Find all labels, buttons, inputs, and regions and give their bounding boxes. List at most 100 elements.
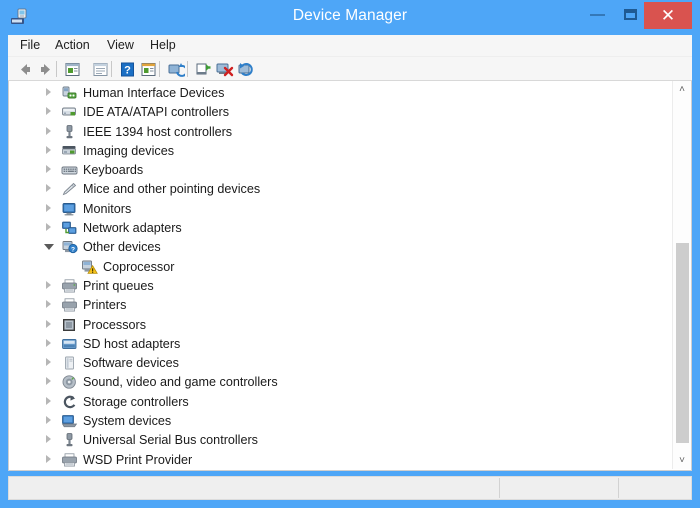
tree-item-label: Coprocessor <box>103 259 175 274</box>
tree-item-mice-and-other-pointing-devices[interactable]: Mice and other pointing devices <box>9 179 673 198</box>
chevron-right-icon[interactable] <box>46 203 51 212</box>
forward-icon[interactable] <box>36 60 55 79</box>
scan-for-changes-icon[interactable] <box>236 60 255 79</box>
update-driver-icon[interactable] <box>166 60 188 79</box>
mouse-icon <box>61 181 78 197</box>
tree-item-monitors[interactable]: Monitors <box>9 199 673 218</box>
chevron-right-icon[interactable] <box>46 319 51 328</box>
sound-controller-icon <box>61 374 78 390</box>
chevron-right-icon[interactable] <box>46 300 51 309</box>
tree-item-coprocessor[interactable]: Coprocessor <box>9 257 673 276</box>
properties-icon[interactable] <box>63 60 82 79</box>
tree-item-storage-controllers[interactable]: Storage controllers <box>9 392 673 411</box>
chevron-right-icon[interactable] <box>46 396 51 405</box>
printer-icon <box>61 297 78 313</box>
tree-item-sound-video-and-game-controllers[interactable]: Sound, video and game controllers <box>9 372 673 391</box>
tree-item-other-devices[interactable]: ? Other devices <box>9 237 673 256</box>
chevron-right-icon[interactable] <box>46 435 51 444</box>
ieee1394-icon <box>61 124 78 140</box>
device-manager-window: Device Manager — ✕ File Action View Help <box>0 0 700 508</box>
tree-item-label: Mice and other pointing devices <box>83 182 261 197</box>
tree-item-universal-serial-bus-controllers[interactable]: Universal Serial Bus controllers <box>9 430 673 449</box>
chevron-right-icon[interactable] <box>46 88 51 96</box>
chevron-right-icon[interactable] <box>46 416 51 425</box>
toolbar-separator <box>111 61 112 77</box>
enable-device-icon[interactable] <box>194 60 213 79</box>
tree-item-label: Software devices <box>83 356 179 371</box>
tree-item-label: Human Interface Devices <box>83 86 225 100</box>
tree-item-label: SD host adapters <box>83 336 181 351</box>
chevron-right-icon[interactable] <box>46 126 51 135</box>
chevron-right-icon[interactable] <box>46 338 51 347</box>
help-icon[interactable]: ? <box>118 60 137 79</box>
tree-item-processors[interactable]: Processors <box>9 315 673 334</box>
tree-item-keyboards[interactable]: Keyboards <box>9 160 673 179</box>
tree-item-label: Network adapters <box>83 221 182 236</box>
device-tree-panel: Human Interface Devices IDE ATA/ATAPI co… <box>8 81 692 471</box>
scrollbar-thumb[interactable] <box>676 243 689 443</box>
chevron-right-icon[interactable] <box>46 358 51 367</box>
tree-item-software-devices[interactable]: Software devices <box>9 353 673 372</box>
menu-item-file[interactable]: File <box>18 38 42 52</box>
usb-controller-icon <box>61 432 78 448</box>
hid-icon <box>61 85 78 101</box>
vertical-scrollbar[interactable]: ˄ ˅ <box>672 81 691 469</box>
tree-item-imaging-devices[interactable]: Imaging devices <box>9 141 673 160</box>
tree-item-label: Universal Serial Bus controllers <box>83 433 258 448</box>
menu-bar: File Action View Help <box>8 35 692 57</box>
keyboard-icon <box>61 162 78 178</box>
tree-item-label: IDE ATA/ATAPI controllers <box>83 105 230 120</box>
show-hidden-icon[interactable] <box>91 60 110 79</box>
scroll-up-button[interactable]: ˄ <box>673 81 691 98</box>
scroll-down-button[interactable]: ˅ <box>673 452 691 469</box>
storage-controller-icon <box>61 394 78 410</box>
other-devices-icon: ? <box>61 239 78 255</box>
chevron-right-icon[interactable] <box>46 145 51 154</box>
menu-item-help[interactable]: Help <box>148 38 178 52</box>
tree-item-label: Imaging devices <box>83 143 175 158</box>
tree-item-ieee-1394-host-controllers[interactable]: IEEE 1394 host controllers <box>9 122 673 141</box>
chevron-right-icon[interactable] <box>46 107 51 116</box>
chevron-right-icon[interactable] <box>46 454 51 463</box>
tree-item-wsd-print-provider[interactable]: WSD Print Provider <box>9 450 673 469</box>
tree-item-human-interface-devices[interactable]: Human Interface Devices <box>9 83 673 102</box>
status-pane-secondary <box>499 478 618 498</box>
menu-item-view[interactable]: View <box>105 38 136 52</box>
menu-item-action[interactable]: Action <box>53 38 92 52</box>
unknown-device-warning-icon <box>81 259 98 275</box>
back-icon[interactable] <box>16 60 35 79</box>
toolbar: ? <box>8 57 692 81</box>
tree-item-label: Other devices <box>83 240 161 255</box>
chevron-down-icon[interactable] <box>44 244 54 251</box>
device-tree[interactable]: Human Interface Devices IDE ATA/ATAPI co… <box>9 83 673 469</box>
chevron-right-icon[interactable] <box>46 377 51 386</box>
toolbar-separator <box>159 61 160 77</box>
status-pane-tertiary <box>618 478 691 498</box>
tree-item-system-devices[interactable]: System devices <box>9 411 673 430</box>
chevron-right-icon[interactable] <box>46 184 51 193</box>
close-button[interactable]: ✕ <box>644 2 692 29</box>
toolbar-separator <box>56 61 57 77</box>
ide-controller-icon <box>61 104 78 120</box>
tree-item-printers[interactable]: Printers <box>9 295 673 314</box>
tree-item-label: IEEE 1394 host controllers <box>83 124 233 139</box>
scan-list-icon[interactable] <box>139 60 158 79</box>
uninstall-device-icon[interactable] <box>215 60 234 79</box>
print-queue-icon <box>61 278 78 294</box>
chevron-right-icon[interactable] <box>46 223 51 232</box>
chevron-right-icon[interactable] <box>46 280 51 289</box>
tree-item-label: Keyboards <box>83 163 144 178</box>
network-adapter-icon <box>61 220 78 236</box>
tree-item-ide-ata-atapi-controllers[interactable]: IDE ATA/ATAPI controllers <box>9 102 673 121</box>
tree-item-label: Print queues <box>83 278 154 293</box>
chevron-right-icon[interactable] <box>46 165 51 174</box>
tree-item-sd-host-adapters[interactable]: SD host adapters <box>9 334 673 353</box>
tree-item-print-queues[interactable]: Print queues <box>9 276 673 295</box>
tree-item-label: System devices <box>83 414 172 429</box>
tree-item-network-adapters[interactable]: Network adapters <box>9 218 673 237</box>
tree-item-label: Sound, video and game controllers <box>83 375 278 390</box>
processor-icon <box>61 317 78 333</box>
sd-host-adapter-icon <box>61 336 78 352</box>
system-device-icon <box>61 413 78 429</box>
monitor-icon <box>61 201 78 217</box>
